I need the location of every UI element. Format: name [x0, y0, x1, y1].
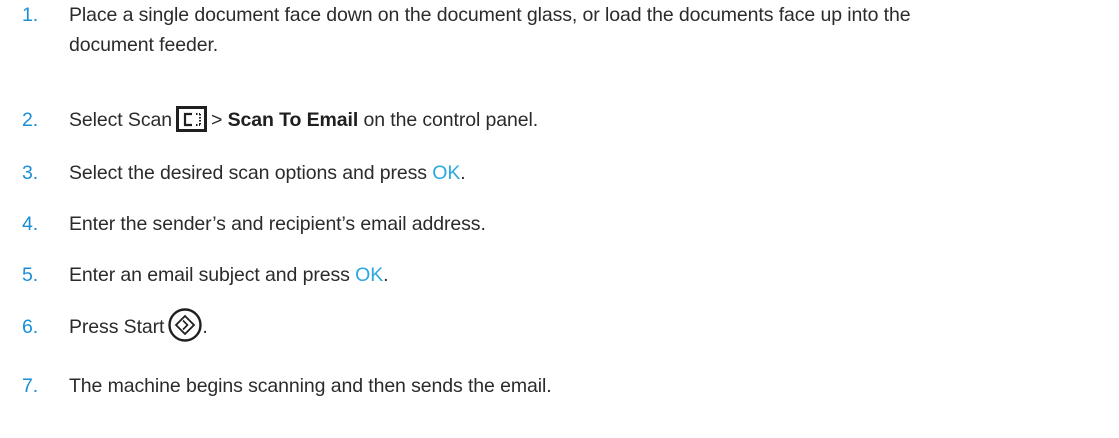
ok-key-label: OK — [432, 162, 461, 184]
step-text-prefix: Enter an email subject and press — [69, 264, 350, 286]
step-number: 3. — [22, 162, 39, 184]
step-text: Select Scan > Scan To Email on the contr… — [69, 105, 1119, 134]
step-number: 6. — [22, 316, 39, 338]
step-text: Enter an email subject and press OK. — [69, 261, 1119, 289]
step-text-suffix: on the control panel. — [363, 109, 539, 131]
step-text: The machine begins scanning and then sen… — [69, 375, 552, 397]
step-number: 5. — [22, 264, 39, 286]
scan-icon — [175, 105, 207, 132]
start-icon — [168, 308, 203, 342]
step-text-line-1: Place a single document face down on the… — [69, 4, 911, 26]
ok-key-label: OK — [355, 264, 384, 286]
step-text-suffix: . — [460, 162, 466, 184]
step-number: 2. — [22, 109, 39, 131]
step-number: 1. — [22, 4, 39, 26]
step-text: Press Start . — [69, 308, 1119, 342]
step-text-suffix: . — [202, 316, 208, 338]
menu-item-scan-to-email: Scan To Email — [227, 109, 359, 131]
step-number: 4. — [22, 213, 39, 235]
step-text: Select the desired scan options and pres… — [69, 159, 1119, 187]
step-text: Place a single document face down on the… — [69, 1, 1119, 59]
step-text-suffix: . — [383, 264, 389, 286]
menu-separator: > — [210, 109, 223, 131]
step-text-prefix: Select the desired scan options and pres… — [69, 162, 427, 184]
step-text-prefix: Press Start — [69, 316, 165, 338]
step-text-line-2: document feeder. — [69, 34, 219, 56]
step-number: 7. — [22, 375, 39, 397]
step-text-prefix: Select Scan — [69, 109, 172, 131]
step-text: Enter the sender’s and recipient’s email… — [69, 213, 486, 235]
